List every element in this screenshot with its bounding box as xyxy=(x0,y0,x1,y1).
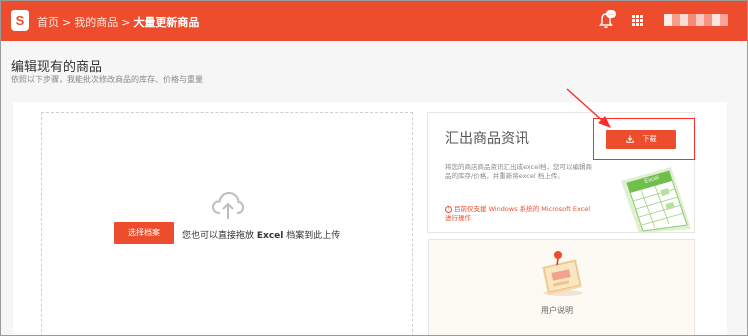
excel-illustration: Excel xyxy=(621,167,691,233)
annotation-arrow-icon xyxy=(566,88,611,128)
export-description: 将您的商店商品资讯汇出成excel档，您可以编辑商品的库存/价格，并重新将exc… xyxy=(445,163,592,180)
export-title: 汇出商品资讯 xyxy=(445,131,529,147)
info-icon: ! xyxy=(445,205,452,213)
user-guide-label[interactable]: 用户说明 xyxy=(541,305,573,316)
guide-envelope-illustration xyxy=(542,251,583,296)
drop-hint-prefix: 您也可以直接拖放 xyxy=(182,231,255,241)
breadcrumb-separator: > xyxy=(121,15,131,29)
app-frame: S 首页 > 我的商品 > 大量更新商品 ... 编辑现有的商品 依照以下步骤，… xyxy=(0,0,748,336)
logo-letter: S xyxy=(15,13,25,28)
choose-file-button[interactable]: 选择档案 xyxy=(114,222,174,244)
page-title: 编辑现有的商品 xyxy=(11,60,103,75)
grid-apps-icon[interactable] xyxy=(632,15,643,26)
top-navigation-bar: S 首页 > 我的商品 > 大量更新商品 ... xyxy=(1,1,747,41)
breadcrumb-separator: > xyxy=(62,15,72,29)
export-note-text: 目前仅支援 Windows 系统的 Microsoft Excel 进行操作 xyxy=(445,205,591,222)
breadcrumb-home[interactable]: 首页 xyxy=(37,14,59,30)
page-subtitle: 依照以下步骤，我能批次修改商品的库存、价格与重量 xyxy=(11,75,203,84)
drop-hint: 您也可以直接拖放 Excel 档案到此上传 xyxy=(182,228,340,241)
upload-dropzone[interactable] xyxy=(41,112,413,335)
breadcrumb: 首页 > 我的商品 > 大量更新商品 xyxy=(37,14,199,30)
breadcrumb-current: 大量更新商品 xyxy=(133,16,200,29)
shopee-logo-icon[interactable]: S xyxy=(11,10,29,31)
drop-hint-excel: Excel xyxy=(256,231,284,241)
export-note[interactable]: ! 目前仅支援 Windows 系统的 Microsoft Excel 进行操作 xyxy=(445,205,595,223)
cloud-upload-icon xyxy=(211,191,245,219)
drop-hint-suffix: 档案到此上传 xyxy=(286,231,341,241)
breadcrumb-my-products[interactable]: 我的商品 xyxy=(74,14,118,30)
notification-badge: ... xyxy=(606,10,616,18)
account-avatar[interactable] xyxy=(664,14,728,26)
